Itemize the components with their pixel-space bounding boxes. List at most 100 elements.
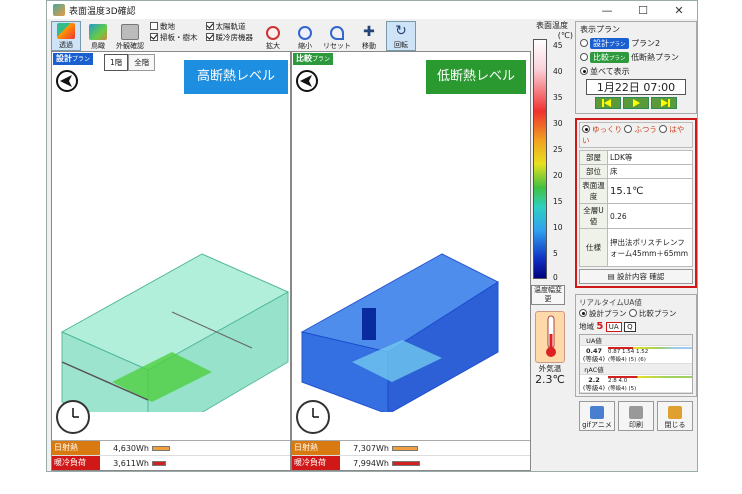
trees-checkbox[interactable] xyxy=(150,33,158,41)
design-load-value: 3,611Wh xyxy=(113,458,149,468)
check-site[interactable]: 敷地 xyxy=(150,21,198,32)
compare-house-model xyxy=(300,253,500,412)
hvac-checkbox[interactable] xyxy=(205,33,214,41)
site-checkbox[interactable] xyxy=(150,22,158,30)
speed-normal-label: ふつう xyxy=(634,125,657,134)
speed-slow[interactable]: ゆっくり xyxy=(582,125,622,134)
print-button[interactable]: 印刷 xyxy=(618,401,654,431)
plan-option-design[interactable]: 設計プラン プラン2 xyxy=(580,38,692,49)
compare-plan-tag-text: 比較 xyxy=(296,54,312,63)
maximize-button[interactable]: ☐ xyxy=(625,4,661,17)
radio-icon[interactable] xyxy=(624,125,633,133)
radio-icon[interactable] xyxy=(659,125,668,133)
radio-icon[interactable] xyxy=(580,53,588,61)
toolbar: 透過 鳥瞰 外観確認 敷地 掃板・樹木 太陽軌道 暖冷房機器 拡大 縮小 リセッ… xyxy=(47,19,531,51)
high-insulation-banner: 高断熱レベル xyxy=(184,60,288,94)
app-window: 表面温度3D確認 — ☐ ✕ 透過 鳥瞰 外観確認 敷地 掃板・樹木 太陽軌道 … xyxy=(46,0,698,472)
realtime-design[interactable]: 設計プラン xyxy=(579,309,627,318)
realtime-compare[interactable]: 比較プラン xyxy=(628,309,676,318)
floor-all-button[interactable]: 全階 xyxy=(128,54,156,71)
reset-button[interactable]: リセット xyxy=(322,21,352,51)
design-detail-button[interactable]: ▤ 設計内容 確認 xyxy=(579,269,693,284)
surface-info-table: 部屋 LDK等 部位床 表面温度 15.1℃ 全層U値 0.26 仕様 押出法ポリスチレ… xyxy=(579,150,693,267)
plan-option-side-by-side[interactable]: 並べて表示 xyxy=(580,66,692,77)
design-pill-text: 設計 xyxy=(593,39,609,48)
scale-tick: 0 xyxy=(553,273,558,282)
plan-option-side-text: 並べて表示 xyxy=(590,67,630,76)
change-range-button[interactable]: 温度幅変更 xyxy=(531,285,565,305)
compare-load-value: 7,994Wh xyxy=(353,458,389,468)
plan-option-compare-text: 低断熱プラン xyxy=(631,53,680,62)
step-forward-button[interactable] xyxy=(651,97,677,109)
gif-anim-button[interactable]: gifアニメ xyxy=(579,401,615,431)
exterior-button[interactable]: 外観確認 xyxy=(115,21,145,51)
app-icon xyxy=(53,4,65,16)
reset-label: リセット xyxy=(323,42,351,50)
design-load-row: 暖冷負荷 3,611Wh xyxy=(52,456,290,470)
exit-icon xyxy=(668,406,682,419)
ua-bars: UA値 0.47 (等級4) 0.87 1.54 1.52 (等級4) (5) (… xyxy=(579,334,693,394)
step-back-button[interactable] xyxy=(595,97,621,109)
radio-icon[interactable] xyxy=(580,39,588,47)
radio-icon[interactable] xyxy=(579,309,587,317)
zoom-in-button[interactable]: 拡大 xyxy=(258,21,288,51)
compare-solar-label: 日射熱 xyxy=(292,441,340,455)
transparent-button[interactable]: 透過 xyxy=(51,21,81,51)
scale-tick: 35 xyxy=(553,93,563,102)
sunpath-checkbox[interactable] xyxy=(205,22,214,30)
minimize-button[interactable]: — xyxy=(589,4,625,17)
compare-solar-row: 日射熱 7,307Wh xyxy=(292,441,530,456)
print-label: 印刷 xyxy=(629,421,643,429)
scale-tick: 40 xyxy=(553,67,563,76)
radio-icon[interactable] xyxy=(580,67,588,75)
speed-normal[interactable]: ふつう xyxy=(624,125,657,134)
design-solar-row: 日射熱 4,630Wh xyxy=(52,441,290,456)
radio-icon[interactable] xyxy=(582,125,590,133)
info-row: 部屋 LDK等 xyxy=(579,150,693,165)
rotate-label: 回転 xyxy=(394,41,408,49)
floor-1-button[interactable]: 1階 xyxy=(104,54,129,71)
check-sunpath[interactable]: 太陽軌道 xyxy=(205,21,254,32)
radio-icon[interactable] xyxy=(628,309,637,317)
compass-icon xyxy=(296,70,318,92)
q-toggle-button[interactable]: Q xyxy=(624,322,636,332)
close-button[interactable]: ✕ xyxy=(661,4,697,17)
speed-slow-label: ゆっくり xyxy=(592,125,622,134)
ua-bar-title-row: UA値 xyxy=(580,335,692,346)
region-label: 地域 xyxy=(579,322,594,331)
check-trees[interactable]: 掃板・樹木 xyxy=(150,32,198,43)
zoom-out-label: 縮小 xyxy=(298,42,312,50)
check-hvac[interactable]: 暖冷房機器 xyxy=(205,32,254,43)
plan-option-compare[interactable]: 比較プラン 低断熱プラン xyxy=(580,52,692,63)
reset-icon xyxy=(330,26,344,40)
compare-plan-view[interactable]: 比較プラン 低断熱レベル 日射熱 7,307Wh 暖冷負荷 7,994Wh xyxy=(291,51,531,471)
close-app-label: 閉じる xyxy=(664,421,686,429)
move-button[interactable]: ✚ 移動 xyxy=(354,21,384,51)
rotate-button[interactable]: ↻ 回転 xyxy=(386,21,416,51)
zoom-out-button[interactable]: 縮小 xyxy=(290,21,320,51)
display-plan-group: 表示プラン 設計プラン プラン2 比較プラン 低断熱プラン 並べて表示 1月22… xyxy=(575,21,697,114)
compare-solar-value: 7,307Wh xyxy=(353,443,389,453)
eta-title: ηAC値 xyxy=(584,366,604,374)
ua-toggle-button[interactable]: UA xyxy=(605,322,622,332)
hvac-label: 暖冷房機器 xyxy=(215,33,254,42)
play-button[interactable] xyxy=(623,97,649,109)
birdseye-button[interactable]: 鳥瞰 xyxy=(83,21,113,51)
design-solar-label: 日射熱 xyxy=(52,441,100,455)
transparent-label: 透過 xyxy=(59,41,73,49)
info-value: 床 xyxy=(607,164,693,179)
ua-value: 0.47 xyxy=(585,346,603,355)
floor-buttons: 1階 全階 xyxy=(104,54,156,71)
move-icon: ✚ xyxy=(363,24,375,40)
design-plan-view[interactable]: 設計プラン 1階 全階 高断熱レベル 日射熱 4,630Wh 暖冷負荷 3,61… xyxy=(51,51,291,471)
design-plan-tag-sub: プラン xyxy=(72,56,91,63)
zoom-out-icon xyxy=(298,26,312,40)
eta-scale-track: 2.8 4.0 (等級4) (5) xyxy=(608,375,692,392)
realtime-ua-group: リアルタイムUA値 設計プラン 比較プラン 地域 5 UA Q UA値 0.47… xyxy=(575,294,697,397)
bottom-buttons: gifアニメ 印刷 閉じる xyxy=(575,401,697,431)
site-label: 敷地 xyxy=(160,22,175,31)
scale-title: 表面温度 xyxy=(536,21,568,30)
design-load-label: 暖冷負荷 xyxy=(52,456,100,470)
exterior-icon xyxy=(121,24,139,40)
close-app-button[interactable]: 閉じる xyxy=(657,401,693,431)
